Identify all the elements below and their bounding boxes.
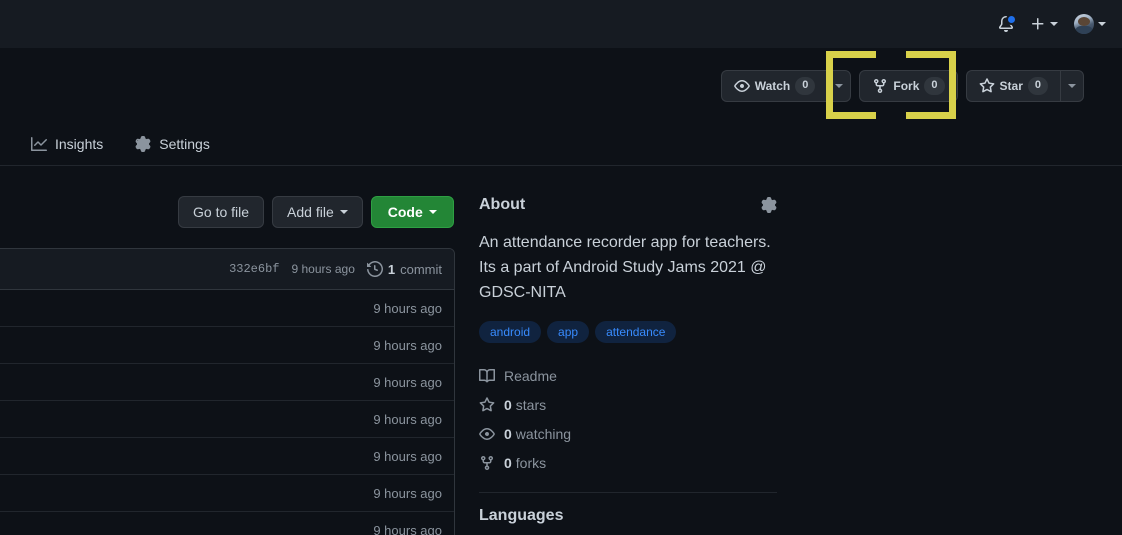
eye-icon: [479, 426, 495, 442]
about-description: An attendance recorder app for teachers.…: [479, 234, 771, 301]
notifications-button[interactable]: [998, 14, 1017, 32]
topic-list: android app attendance: [479, 321, 777, 343]
file-action-buttons: Go to file Add file Code: [178, 196, 454, 228]
chevron-down-icon: [339, 210, 348, 214]
watch-dropdown-button[interactable]: [827, 70, 852, 102]
plus-icon: [1030, 16, 1046, 32]
star-button-group: Star 0: [965, 70, 1084, 102]
add-file-button[interactable]: Add file: [272, 196, 363, 228]
fork-count: 0: [924, 77, 945, 95]
star-button[interactable]: Star 0: [965, 70, 1060, 102]
table-row[interactable]: 9 hours ago: [0, 327, 454, 364]
stars-label: stars: [515, 396, 547, 413]
avatar: [1074, 14, 1094, 34]
file-row-time: 9 hours ago: [373, 448, 442, 464]
file-row-time: 9 hours ago: [373, 300, 442, 316]
watch-button-group: Watch 0: [720, 70, 852, 102]
star-count: 0: [1027, 77, 1048, 95]
topic-tag[interactable]: android: [479, 321, 542, 343]
watch-count: 0: [795, 77, 816, 95]
file-row-time: 9 hours ago: [373, 523, 442, 535]
watching-count: 0: [504, 425, 512, 442]
chevron-down-icon: [1068, 84, 1076, 88]
book-icon: [479, 368, 495, 384]
topic-tag[interactable]: app: [547, 321, 590, 343]
commit-time: 9 hours ago: [291, 262, 355, 276]
nav-label-settings: Settings: [159, 135, 210, 152]
tab-insights[interactable]: Insights: [15, 127, 119, 161]
chevron-down-icon: [835, 84, 844, 88]
star-dropdown-button[interactable]: [1060, 70, 1084, 102]
code-label: Code: [387, 204, 423, 220]
eye-icon: [733, 78, 750, 94]
languages-title: Languages: [479, 507, 564, 524]
repo-forked-icon: [479, 455, 495, 471]
sidebar-item-security[interactable]: y: [0, 127, 15, 161]
watch-button[interactable]: Watch 0: [720, 70, 828, 102]
table-row[interactable]: 9 hours ago: [0, 364, 454, 401]
go-to-file-label: Go to file: [193, 204, 250, 220]
tab-settings[interactable]: Settings: [119, 127, 226, 161]
account-menu-button[interactable]: [1074, 14, 1106, 34]
forks-count: 0: [504, 454, 512, 471]
fork-label: Fork: [893, 79, 920, 93]
file-row-time: 9 hours ago: [373, 485, 442, 501]
table-row[interactable]: 9 hours ago: [0, 475, 454, 512]
global-header: [0, 0, 1122, 48]
gear-icon: [135, 135, 151, 152]
watching-link[interactable]: 0 watching: [479, 419, 777, 448]
readme-label: Readme: [504, 367, 557, 384]
repo-nav: y Insights Settings: [0, 122, 1122, 166]
watching-label: watching: [515, 425, 572, 442]
stars-count: 0: [504, 396, 512, 413]
file-table: 332e6bf 9 hours ago 1 commit 9 hours ago…: [0, 248, 455, 535]
chevron-down-icon: [1050, 22, 1058, 26]
chevron-down-icon: [428, 210, 437, 214]
readme-link[interactable]: Readme: [479, 361, 777, 390]
star-label: Star: [999, 79, 1023, 93]
file-row-time: 9 hours ago: [373, 411, 442, 427]
forks-label: forks: [515, 454, 547, 471]
commit-count-link[interactable]: 1 commit: [366, 261, 442, 277]
chevron-down-icon: [1098, 22, 1106, 26]
table-row[interactable]: 9 hours ago: [0, 438, 454, 475]
fork-button-group: Fork 0: [859, 70, 958, 102]
repo-forked-icon: [872, 78, 888, 94]
nav-label-insights: Insights: [55, 135, 104, 152]
latest-commit-bar: 332e6bf 9 hours ago 1 commit: [0, 249, 454, 290]
commit-count-value: 1: [387, 261, 396, 277]
stars-link[interactable]: 0 stars: [479, 390, 777, 419]
gear-icon[interactable]: [761, 197, 777, 213]
repo-action-buttons: Watch 0 Fork 0 Star 0: [713, 70, 1084, 102]
table-row[interactable]: 9 hours ago: [0, 290, 454, 327]
forks-link[interactable]: 0 forks: [479, 448, 777, 477]
table-row[interactable]: 9 hours ago: [0, 401, 454, 438]
about-section: About An attendance recorder app for tea…: [479, 196, 777, 525]
history-icon: [366, 261, 383, 277]
fork-button[interactable]: Fork 0: [859, 70, 958, 102]
commit-count-label: commit: [400, 261, 442, 277]
create-new-button[interactable]: [1030, 16, 1058, 32]
table-row[interactable]: 9 hours ago: [0, 512, 454, 535]
section-divider: [479, 492, 777, 493]
graph-icon: [31, 136, 47, 152]
star-icon: [479, 396, 495, 413]
topic-tag[interactable]: attendance: [595, 321, 677, 343]
add-file-label: Add file: [287, 204, 334, 220]
file-row-time: 9 hours ago: [373, 337, 442, 353]
about-title: About: [479, 196, 526, 213]
file-row-time: 9 hours ago: [373, 374, 442, 390]
notification-unread-dot: [1006, 14, 1017, 25]
commit-sha[interactable]: 332e6bf: [229, 262, 279, 276]
code-button[interactable]: Code: [370, 196, 454, 228]
watch-label: Watch: [754, 79, 791, 93]
star-icon: [979, 78, 995, 94]
go-to-file-button[interactable]: Go to file: [178, 196, 265, 228]
